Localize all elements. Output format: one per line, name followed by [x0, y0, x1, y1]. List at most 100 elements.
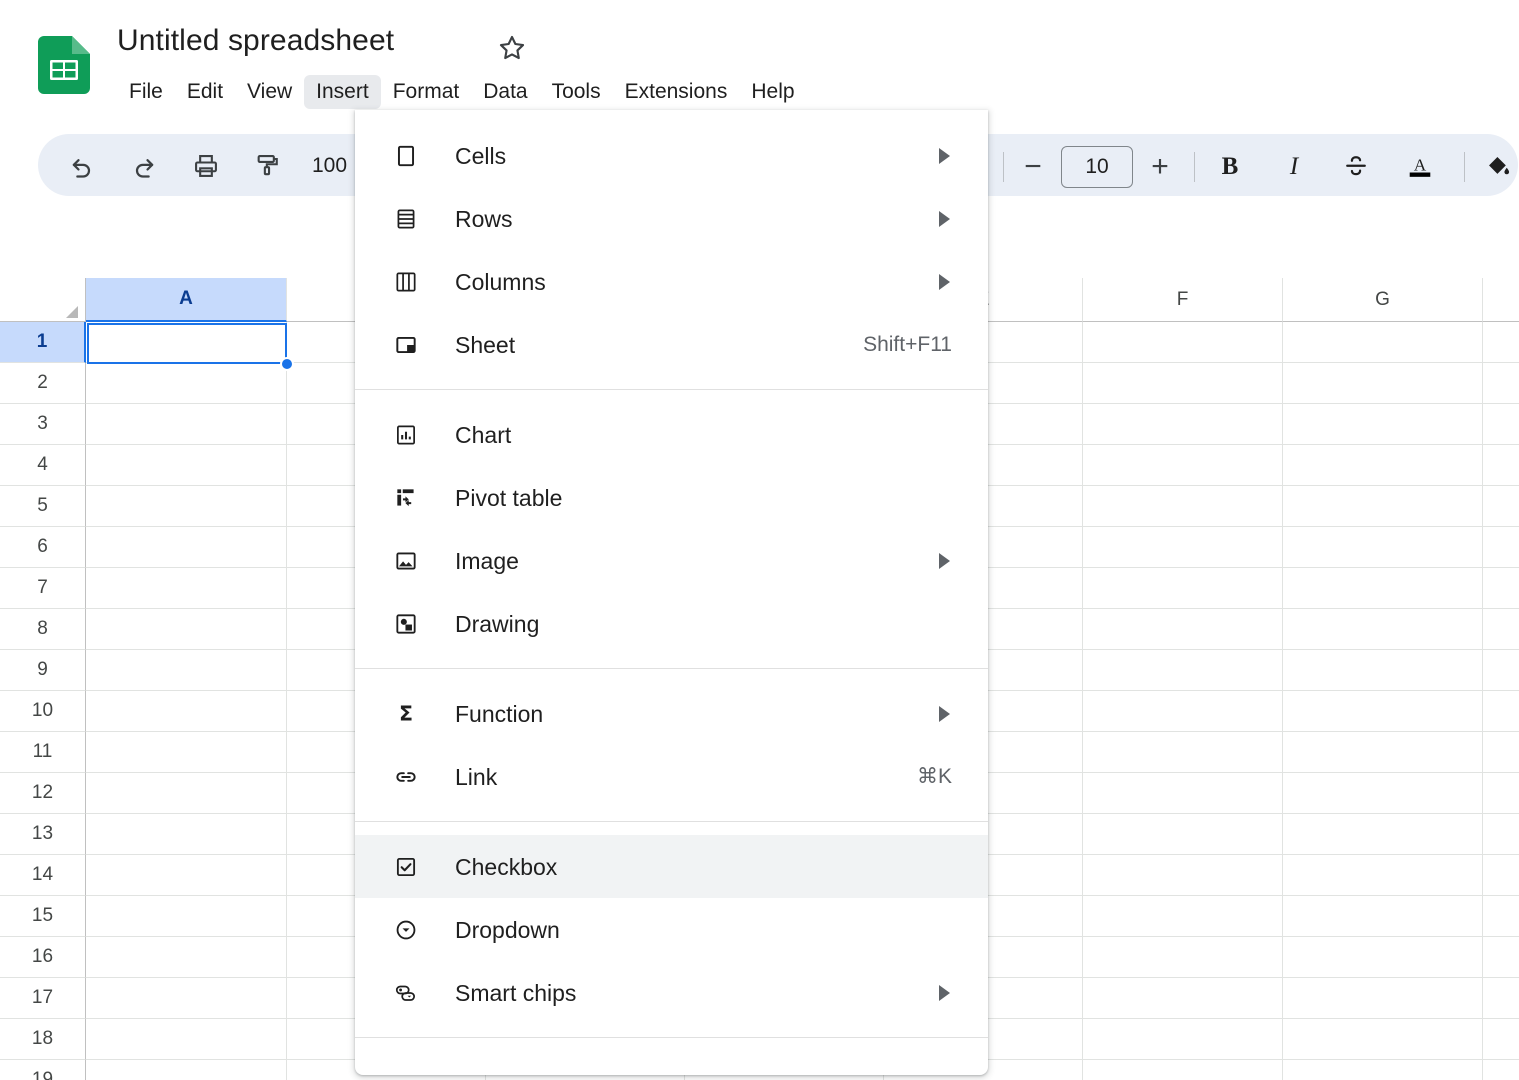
cell-A11[interactable]	[86, 732, 287, 773]
cell-F11[interactable]	[1083, 732, 1283, 773]
cell-G17[interactable]	[1283, 978, 1483, 1019]
text-color-icon[interactable]: A	[1400, 148, 1440, 184]
row-header-18[interactable]: 18	[0, 1019, 86, 1060]
menu-edit[interactable]: Edit	[175, 75, 235, 109]
cell-H16[interactable]	[1483, 937, 1519, 978]
insert-menu-item-smart-chips[interactable]: Smart chips	[355, 961, 988, 1024]
cell-A16[interactable]	[86, 937, 287, 978]
column-header-a[interactable]: A	[86, 278, 287, 322]
strikethrough-icon[interactable]	[1336, 148, 1376, 184]
cell-F3[interactable]	[1083, 404, 1283, 445]
cell-F13[interactable]	[1083, 814, 1283, 855]
cell-A17[interactable]	[86, 978, 287, 1019]
row-header-14[interactable]: 14	[0, 855, 86, 896]
insert-menu-item-chart[interactable]: Chart	[355, 403, 988, 466]
row-header-5[interactable]: 5	[0, 486, 86, 527]
insert-menu-item-rows[interactable]: Rows	[355, 187, 988, 250]
cell-A14[interactable]	[86, 855, 287, 896]
cell-G4[interactable]	[1283, 445, 1483, 486]
cell-H12[interactable]	[1483, 773, 1519, 814]
cell-H10[interactable]	[1483, 691, 1519, 732]
cell-A13[interactable]	[86, 814, 287, 855]
cell-G5[interactable]	[1283, 486, 1483, 527]
cell-G15[interactable]	[1283, 896, 1483, 937]
cell-F8[interactable]	[1083, 609, 1283, 650]
insert-menu-item-pivot-table[interactable]: Pivot table	[355, 466, 988, 529]
column-header-f[interactable]: F	[1083, 278, 1283, 322]
cell-H9[interactable]	[1483, 650, 1519, 691]
cell-A10[interactable]	[86, 691, 287, 732]
cell-H4[interactable]	[1483, 445, 1519, 486]
cell-A3[interactable]	[86, 404, 287, 445]
paint-format-icon[interactable]	[248, 148, 288, 184]
cell-F18[interactable]	[1083, 1019, 1283, 1060]
menu-file[interactable]: File	[117, 75, 175, 109]
cell-G13[interactable]	[1283, 814, 1483, 855]
cell-A7[interactable]	[86, 568, 287, 609]
cell-F2[interactable]	[1083, 363, 1283, 404]
cell-H6[interactable]	[1483, 527, 1519, 568]
cell-H14[interactable]	[1483, 855, 1519, 896]
cell-G3[interactable]	[1283, 404, 1483, 445]
undo-icon[interactable]	[62, 148, 102, 184]
row-header-15[interactable]: 15	[0, 896, 86, 937]
cell-G14[interactable]	[1283, 855, 1483, 896]
cell-F9[interactable]	[1083, 650, 1283, 691]
row-header-10[interactable]: 10	[0, 691, 86, 732]
cell-H19[interactable]	[1483, 1060, 1519, 1080]
row-header-7[interactable]: 7	[0, 568, 86, 609]
italic-button[interactable]: I	[1272, 148, 1316, 186]
cell-A12[interactable]	[86, 773, 287, 814]
cell-A8[interactable]	[86, 609, 287, 650]
cell-A2[interactable]	[86, 363, 287, 404]
cell-A4[interactable]	[86, 445, 287, 486]
selected-cell-a1[interactable]	[87, 323, 287, 364]
row-header-12[interactable]: 12	[0, 773, 86, 814]
cell-H8[interactable]	[1483, 609, 1519, 650]
cell-F5[interactable]	[1083, 486, 1283, 527]
cell-G8[interactable]	[1283, 609, 1483, 650]
row-header-3[interactable]: 3	[0, 404, 86, 445]
print-icon[interactable]	[186, 148, 226, 184]
cell-H3[interactable]	[1483, 404, 1519, 445]
zoom-level[interactable]: 100	[312, 150, 347, 182]
cell-F14[interactable]	[1083, 855, 1283, 896]
insert-menu-item-cells[interactable]: Cells	[355, 124, 988, 187]
row-header-1[interactable]: 1	[0, 322, 86, 363]
menu-help[interactable]: Help	[739, 75, 806, 109]
menu-data[interactable]: Data	[471, 75, 539, 109]
cell-A9[interactable]	[86, 650, 287, 691]
insert-menu-item-drawing[interactable]: Drawing	[355, 592, 988, 655]
menu-view[interactable]: View	[235, 75, 304, 109]
row-header-13[interactable]: 13	[0, 814, 86, 855]
star-outline-icon[interactable]	[492, 28, 532, 68]
cell-H5[interactable]	[1483, 486, 1519, 527]
cell-G16[interactable]	[1283, 937, 1483, 978]
insert-menu-item-link[interactable]: Link ⌘K	[355, 745, 988, 808]
row-header-2[interactable]: 2	[0, 363, 86, 404]
cell-F12[interactable]	[1083, 773, 1283, 814]
cell-G6[interactable]	[1283, 527, 1483, 568]
cell-H2[interactable]	[1483, 363, 1519, 404]
cell-A6[interactable]	[86, 527, 287, 568]
row-header-8[interactable]: 8	[0, 609, 86, 650]
row-header-4[interactable]: 4	[0, 445, 86, 486]
row-header-11[interactable]: 11	[0, 732, 86, 773]
cell-H17[interactable]	[1483, 978, 1519, 1019]
cell-G7[interactable]	[1283, 568, 1483, 609]
cell-F15[interactable]	[1083, 896, 1283, 937]
cell-G9[interactable]	[1283, 650, 1483, 691]
cell-A19[interactable]	[86, 1060, 287, 1080]
row-header-16[interactable]: 16	[0, 937, 86, 978]
cell-F10[interactable]	[1083, 691, 1283, 732]
cell-H11[interactable]	[1483, 732, 1519, 773]
cell-G19[interactable]	[1283, 1060, 1483, 1080]
cell-F1[interactable]	[1083, 322, 1283, 363]
cell-F7[interactable]	[1083, 568, 1283, 609]
cell-H15[interactable]	[1483, 896, 1519, 937]
bold-button[interactable]: B	[1208, 148, 1252, 186]
insert-menu-item-columns[interactable]: Columns	[355, 250, 988, 313]
cell-H7[interactable]	[1483, 568, 1519, 609]
cell-F16[interactable]	[1083, 937, 1283, 978]
insert-menu-item-checkbox[interactable]: Checkbox	[355, 835, 988, 898]
